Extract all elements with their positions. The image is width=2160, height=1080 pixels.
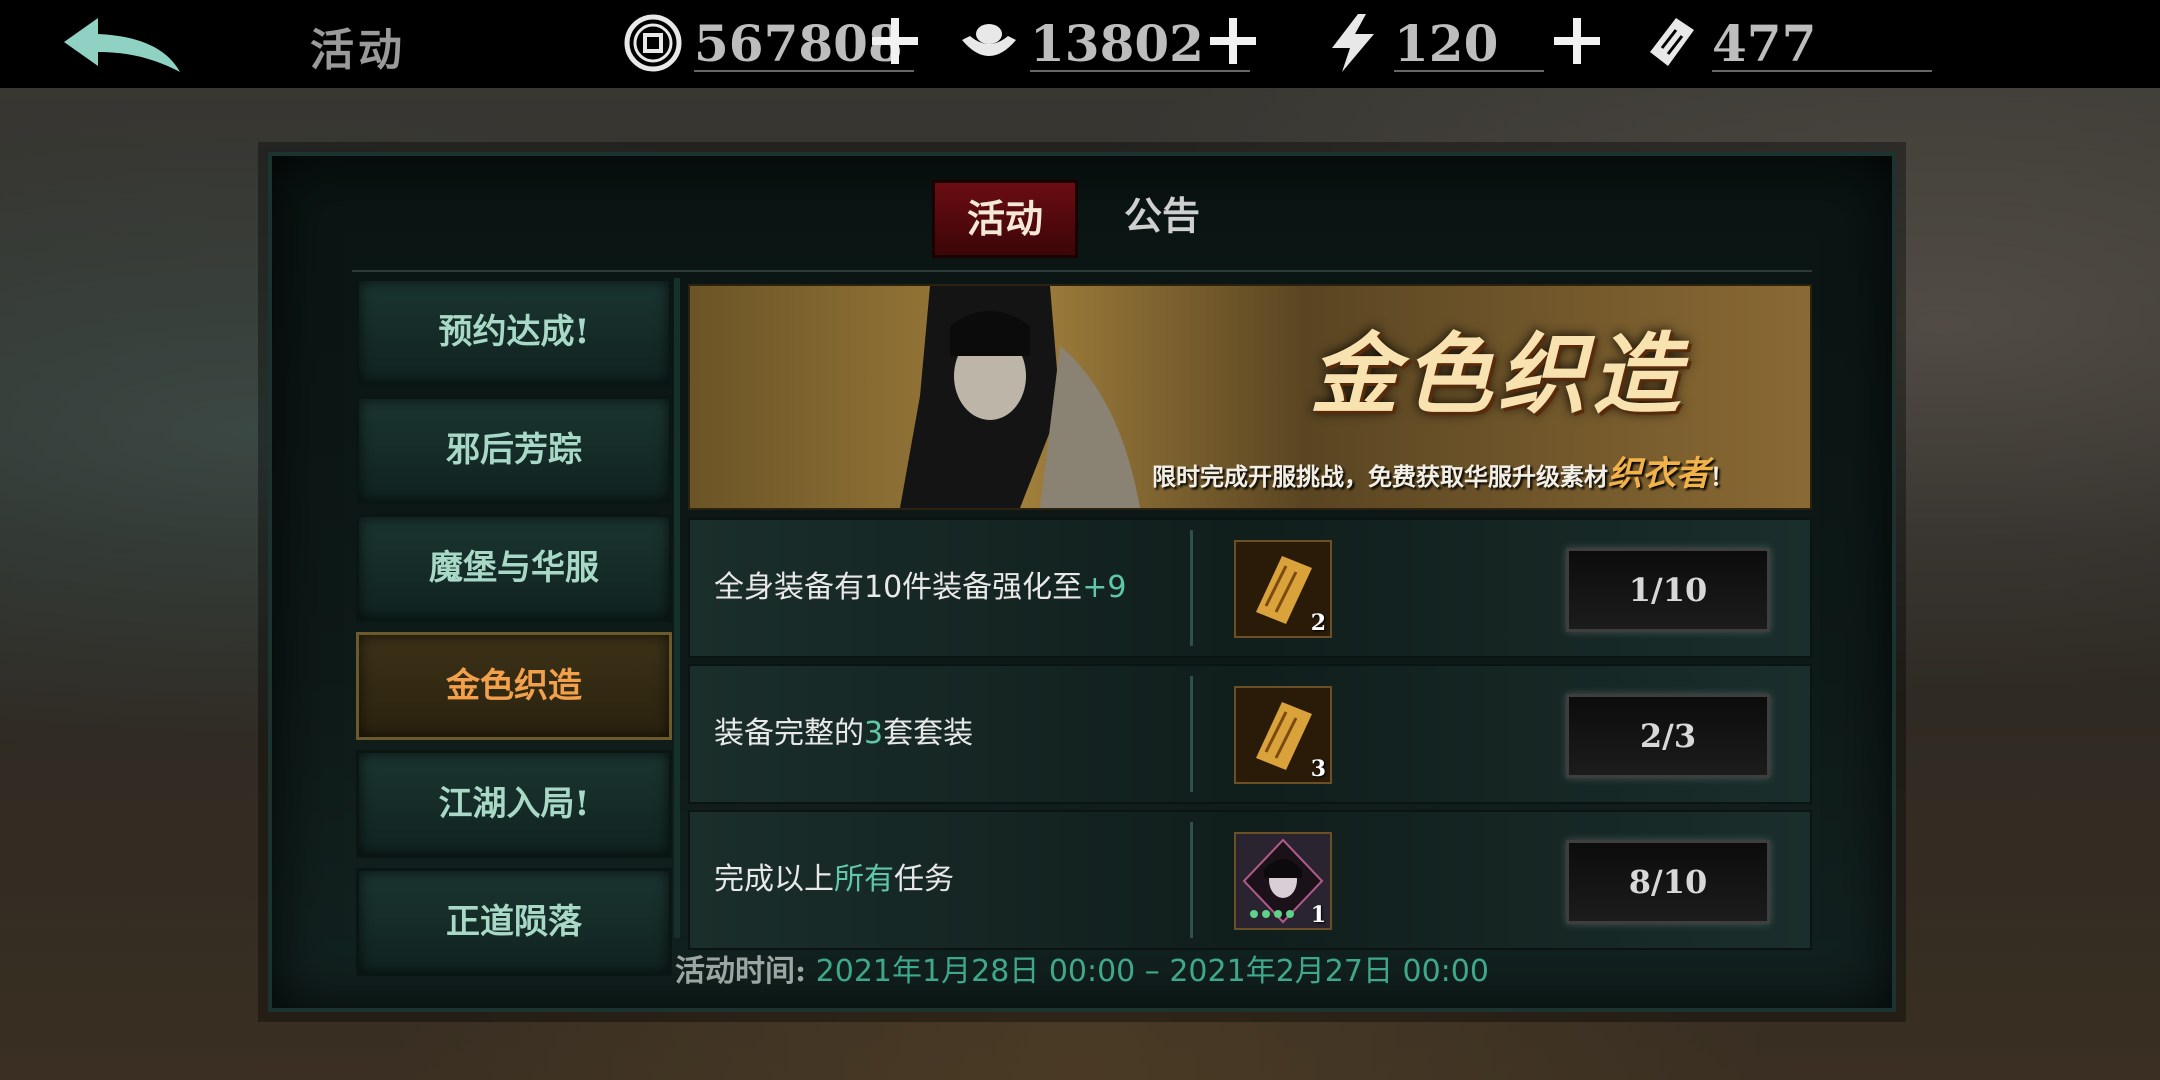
energy-counter: 120 — [1322, 8, 1582, 78]
sidebar-item-reservation[interactable]: 预约达成! — [356, 278, 672, 386]
reward-count: 2 — [1310, 610, 1326, 636]
task-row: 装备完整的3套套装 3 2/3 — [688, 664, 1812, 804]
ticket-value: 477 — [1712, 14, 1817, 73]
silver-ingot-value: 13802 — [1030, 14, 1204, 73]
sidebar-item-castle-costume[interactable]: 魔堡与华服 — [356, 514, 672, 622]
task-row: 全身装备有10件装备强化至+9 2 1/10 — [688, 518, 1812, 658]
task-progress: 8/10 — [1566, 840, 1770, 924]
ticket-scroll-icon — [1650, 18, 1694, 66]
sidebar-separator — [674, 278, 680, 938]
event-time: 活动时间: 2021年1月28日 00:00 – 2021年2月27日 00:0… — [272, 946, 1892, 990]
activity-sidebar: 预约达成! 邪后芳踪 魔堡与华服 金色织造 江湖入局! 正道陨落 — [356, 278, 672, 986]
task-description: 完成以上所有任务 — [714, 862, 954, 897]
lightning-energy-icon — [1332, 14, 1374, 72]
add-silver-ingot-button[interactable] — [1206, 14, 1260, 68]
task-description: 装备完整的3套套装 — [714, 716, 974, 751]
reward-item[interactable]: 1 — [1234, 832, 1332, 930]
silver-ingot-icon — [962, 24, 1016, 56]
tab-activity[interactable]: 活动 — [932, 180, 1078, 258]
task-description: 全身装备有10件装备强化至+9 — [714, 570, 1127, 605]
screen-title: 活动 — [310, 25, 406, 76]
event-time-label: 活动时间: — [675, 954, 807, 989]
task-row: 完成以上所有任务 1 8/10 — [688, 810, 1812, 950]
character-illustration — [900, 286, 1140, 508]
sidebar-item-evil-queen[interactable]: 邪后芳踪 — [356, 396, 672, 504]
top-bar: 活动 567808 13802 120 477 — [0, 0, 2160, 88]
ticket-counter: 477 — [1640, 8, 1940, 78]
task-progress: 2/3 — [1566, 694, 1770, 778]
energy-value: 120 — [1394, 14, 1499, 73]
copper-coin-icon — [624, 14, 682, 72]
event-time-range: 2021年1月28日 00:00 – 2021年2月27日 00:00 — [815, 954, 1489, 989]
activity-panel: 活动 公告 预约达成! 邪后芳踪 魔堡与华服 金色织造 江湖入局! 正道陨落 金… — [268, 152, 1896, 1012]
back-arrow-icon[interactable] — [58, 14, 188, 78]
sidebar-item-jianghu[interactable]: 江湖入局! — [356, 750, 672, 858]
reward-count: 1 — [1310, 902, 1326, 928]
reward-item[interactable]: 2 — [1234, 540, 1332, 638]
event-banner: 金色织造 限时完成开服挑战，免费获取华服升级素材织衣者！ — [688, 284, 1812, 510]
banner-subtitle: 限时完成开服挑战，免费获取华服升级素材织衣者！ — [1152, 454, 1734, 494]
reward-item[interactable]: 3 — [1234, 686, 1332, 784]
tabs-divider — [352, 270, 1812, 272]
sidebar-item-golden-weaving[interactable]: 金色织造 — [356, 632, 672, 740]
reward-count: 3 — [1310, 756, 1326, 782]
add-copper-coin-button[interactable] — [868, 14, 922, 68]
add-energy-button[interactable] — [1550, 14, 1604, 68]
banner-title: 金色织造 — [1310, 322, 1687, 426]
task-progress: 1/10 — [1566, 548, 1770, 632]
banner-subtitle-highlight: 织衣者 — [1608, 454, 1710, 494]
panel-tabs: 活动 公告 — [932, 180, 1252, 258]
tab-announcement[interactable]: 公告 — [1092, 180, 1232, 252]
